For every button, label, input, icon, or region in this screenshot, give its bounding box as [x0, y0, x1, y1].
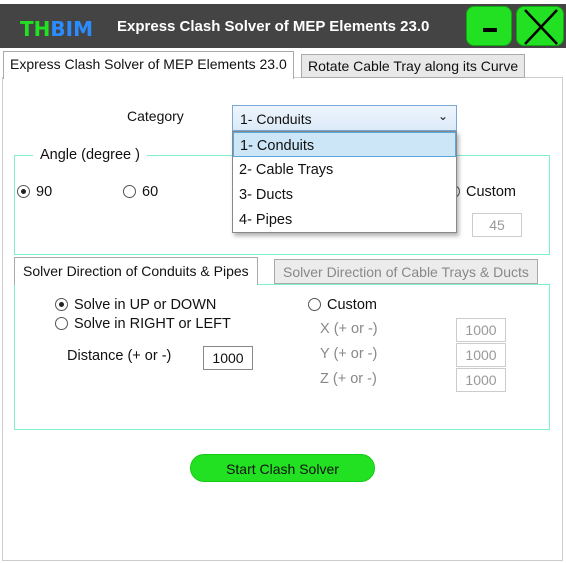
close-button[interactable]: [516, 6, 564, 46]
radio-icon: [308, 298, 321, 311]
category-option-cable-trays[interactable]: 2- Cable Trays: [233, 157, 456, 182]
window-title: Express Clash Solver of MEP Elements 23.…: [117, 18, 430, 35]
angle-custom-radio[interactable]: Custom: [447, 184, 516, 200]
chevron-down-icon: ⌄: [437, 109, 448, 123]
angle-custom-label: Custom: [466, 184, 516, 200]
logo-text-bim: BIM: [50, 17, 93, 41]
minimize-button[interactable]: [466, 6, 512, 46]
logo-text-th: TH: [20, 17, 51, 41]
angle-legend: Angle (degree ): [33, 147, 147, 163]
category-option-pipes[interactable]: 4- Pipes: [233, 207, 456, 232]
tab-cable-trays-ducts[interactable]: Solver Direction of Cable Trays & Ducts: [274, 259, 538, 284]
z-input[interactable]: 1000: [456, 368, 506, 392]
x-input[interactable]: 1000: [456, 318, 506, 342]
solve-custom-radio[interactable]: Custom: [308, 297, 377, 313]
category-option-ducts[interactable]: 3- Ducts: [233, 182, 456, 207]
solve-right-left-radio[interactable]: Solve in RIGHT or LEFT: [55, 316, 231, 332]
angle-60-radio[interactable]: 60: [123, 184, 158, 200]
category-dropdown-list: 1- Conduits 2- Cable Trays 3- Ducts 4- P…: [232, 131, 457, 233]
x-label: X (+ or -): [320, 321, 378, 337]
distance-label: Distance (+ or -): [67, 348, 172, 364]
category-label: Category: [127, 108, 184, 124]
thbim-logo: THBIM: [20, 17, 93, 41]
radio-icon: [123, 185, 136, 198]
radio-checked-icon: [17, 185, 30, 198]
angle-90-label: 90: [36, 184, 53, 200]
radio-icon: [55, 317, 68, 330]
solve-up-down-label: Solve in UP or DOWN: [74, 297, 217, 313]
angle-90-radio[interactable]: 90: [17, 184, 52, 200]
tab-express-clash-solver[interactable]: Express Clash Solver of MEP Elements 23.…: [3, 51, 294, 79]
category-select[interactable]: 1- Conduits ⌄: [232, 105, 457, 131]
angle-60-label: 60: [142, 184, 159, 200]
solver-direction-panel: Solve in UP or DOWN Solve in RIGHT or LE…: [14, 284, 550, 430]
close-icon: [524, 9, 558, 45]
category-option-conduits[interactable]: 1- Conduits: [233, 132, 456, 157]
radio-checked-icon: [55, 298, 68, 311]
solve-right-left-label: Solve in RIGHT or LEFT: [74, 316, 231, 332]
z-label: Z (+ or -): [320, 371, 377, 387]
y-label: Y (+ or -): [320, 346, 378, 362]
tab-rotate-cable-tray[interactable]: Rotate Cable Tray along its Curve: [301, 54, 526, 78]
y-input[interactable]: 1000: [456, 343, 506, 367]
custom-angle-input[interactable]: 45: [472, 213, 522, 237]
minimize-icon: [483, 28, 497, 32]
tab-conduits-pipes[interactable]: Solver Direction of Conduits & Pipes: [14, 257, 258, 285]
start-clash-solver-button[interactable]: Start Clash Solver: [190, 454, 375, 482]
category-selected-value: 1- Conduits: [240, 111, 312, 127]
solve-up-down-radio[interactable]: Solve in UP or DOWN: [55, 297, 216, 313]
distance-input[interactable]: 1000: [203, 346, 253, 370]
solve-custom-label: Custom: [327, 297, 377, 313]
